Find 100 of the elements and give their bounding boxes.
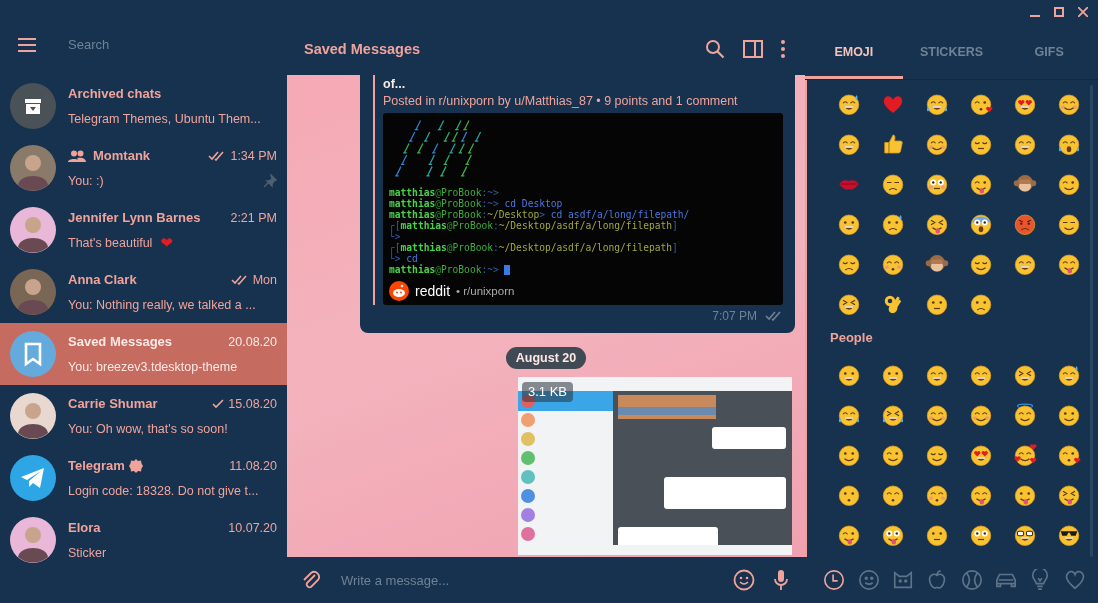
- smiley-icon[interactable]: [1057, 443, 1081, 467]
- smiley-icon[interactable]: [925, 523, 949, 547]
- smiley-icon[interactable]: [1013, 132, 1037, 156]
- chat-name: Saved Messages: [68, 334, 173, 349]
- smiley-icon[interactable]: [925, 403, 949, 427]
- smiley-icon[interactable]: [1013, 443, 1037, 467]
- avatar-icon: [10, 517, 56, 563]
- smiley-icon[interactable]: [925, 363, 949, 387]
- message-preview: You: Nothing really, we talked a ...: [68, 297, 256, 312]
- smiley-icon[interactable]: [969, 403, 993, 427]
- chat-list-item[interactable]: Anna Clark Mon You: Nothing really, we talked a ...: [0, 261, 287, 323]
- smiley-icon[interactable]: [881, 523, 905, 547]
- smiley-icon[interactable]: [837, 363, 861, 387]
- smiley-icon[interactable]: [837, 523, 861, 547]
- smiley-icon[interactable]: [969, 252, 993, 276]
- smiley-icon[interactable]: [969, 172, 993, 196]
- smiley-icon[interactable]: [925, 92, 949, 116]
- chat-name: Momtank: [93, 148, 151, 163]
- smiley-icon[interactable]: [881, 443, 905, 467]
- site-name: reddit: [415, 283, 451, 299]
- smiley-icon[interactable]: [837, 403, 861, 427]
- smiley-icon[interactable]: [837, 443, 861, 467]
- menu-icon[interactable]: [18, 37, 36, 52]
- smiley-icon[interactable]: [969, 212, 993, 236]
- smiley-icon[interactable]: [969, 92, 993, 116]
- smiley-icon[interactable]: [837, 92, 861, 116]
- smiley-icon[interactable]: [925, 443, 949, 467]
- smiley-icon[interactable]: [969, 363, 993, 387]
- smiley-icon[interactable]: [925, 292, 949, 316]
- smiley-icon[interactable]: [881, 403, 905, 427]
- smiley-icon[interactable]: [881, 483, 905, 507]
- more-icon[interactable]: [781, 39, 785, 58]
- smiley-icon[interactable]: [837, 212, 861, 236]
- chat-list-item[interactable]: Momtank 1:34 PM You: :): [0, 137, 287, 199]
- smiley-icon[interactable]: [1057, 172, 1081, 196]
- smiley-icon[interactable]: [837, 292, 861, 316]
- smiley-icon[interactable]: [1057, 483, 1081, 507]
- search-field[interactable]: Search: [68, 33, 248, 56]
- link-title: of...: [383, 76, 407, 91]
- smiley-icon[interactable]: [1057, 212, 1081, 236]
- paper-plane-icon: [10, 455, 56, 501]
- chat-time: 20.08.20: [228, 334, 277, 349]
- terminal-line: matthias@ProBook:~/Desktop> cd asdf/a/long/filepath/: [389, 209, 691, 220]
- smiley-icon[interactable]: [881, 172, 905, 196]
- close-icon[interactable]: [1078, 7, 1088, 17]
- smiley-icon[interactable]: [1057, 252, 1081, 276]
- smiley-icon[interactable]: [925, 212, 949, 236]
- maximize-icon[interactable]: [1054, 7, 1064, 17]
- source-label: • r/unixporn: [456, 285, 515, 297]
- avatar-icon: [10, 269, 56, 315]
- chat-list-item[interactable]: Carrie Shumar 15.08.20 You: Oh wow, that's so soon!: [0, 385, 287, 447]
- smiley-icon[interactable]: [969, 292, 993, 316]
- smiley-icon[interactable]: [925, 132, 949, 156]
- smiley-icon[interactable]: [969, 443, 993, 467]
- section-title: People: [830, 330, 874, 345]
- archive-icon: [10, 83, 56, 129]
- smiley-icon[interactable]: [881, 363, 905, 387]
- search-icon[interactable]: [705, 38, 725, 59]
- smiley-icon[interactable]: [881, 252, 905, 276]
- microphone-icon[interactable]: [773, 569, 789, 591]
- composer-bar[interactable]: Write a message...: [287, 557, 805, 603]
- smiley-icon[interactable]: [969, 523, 993, 547]
- message-preview: Login code: 18328. Do not give t...: [68, 483, 259, 498]
- smiley-icon[interactable]: [1013, 523, 1037, 547]
- tab[interactable]: EMOJI: [805, 22, 903, 79]
- terminal-line: ┌[matthias@ProBook:~/Desktop/asdf/a/long/filepath]: [389, 220, 678, 231]
- smiley-icon[interactable]: [1013, 363, 1037, 387]
- date-badge: August 20: [505, 347, 587, 369]
- thumbs-up-icon[interactable]: [881, 132, 905, 156]
- smiley-icon[interactable]: [1057, 363, 1081, 387]
- avatar-icon: [10, 145, 56, 191]
- avatar-icon: [10, 207, 56, 253]
- chat-list-item[interactable]: Archived chats Telegram Themes, Ubuntu Them...: [0, 75, 287, 137]
- smiley-icon[interactable]: [1013, 92, 1037, 116]
- smiley-icon[interactable]: [1057, 132, 1081, 156]
- smiley-icon[interactable]: [1013, 403, 1037, 427]
- paperclip-icon[interactable]: [301, 569, 321, 591]
- terminal-line: └> cd: [389, 253, 419, 264]
- smiley-icon[interactable]: [837, 132, 861, 156]
- terminal-line: └>: [389, 231, 401, 242]
- smiley-icon[interactable]: [837, 252, 861, 276]
- chat-list-item[interactable]: Elora 10.07.20 Sticker: [0, 509, 287, 571]
- smiley-icon[interactable]: [1013, 483, 1037, 507]
- chat-name: Archived chats: [68, 86, 162, 101]
- chat-time: 2:21 PM: [230, 210, 277, 225]
- smiley-icon[interactable]: [969, 132, 993, 156]
- smiley-icon[interactable]: [881, 212, 905, 236]
- smiley-icon[interactable]: [1057, 403, 1081, 427]
- chat-list-item[interactable]: Telegram 11.08.20 Login code: 18328. Do not give t...: [0, 447, 287, 509]
- chat-list-item[interactable]: Jennifer Lynn Barnes 2:21 PM That's beautiful ❤: [0, 199, 287, 261]
- smiley-icon[interactable]: [925, 172, 949, 196]
- smiley-icon[interactable]: [969, 483, 993, 507]
- smiley-icon[interactable]: [733, 569, 755, 591]
- smiley-icon[interactable]: [1057, 92, 1081, 116]
- smiley-icon[interactable]: [1057, 523, 1081, 547]
- smiley-icon[interactable]: [837, 483, 861, 507]
- smiley-icon[interactable]: [1013, 252, 1037, 276]
- sidebar-toggle-icon[interactable]: [743, 39, 763, 58]
- smiley-icon[interactable]: [925, 483, 949, 507]
- message-input[interactable]: Write a message...: [339, 571, 715, 589]
